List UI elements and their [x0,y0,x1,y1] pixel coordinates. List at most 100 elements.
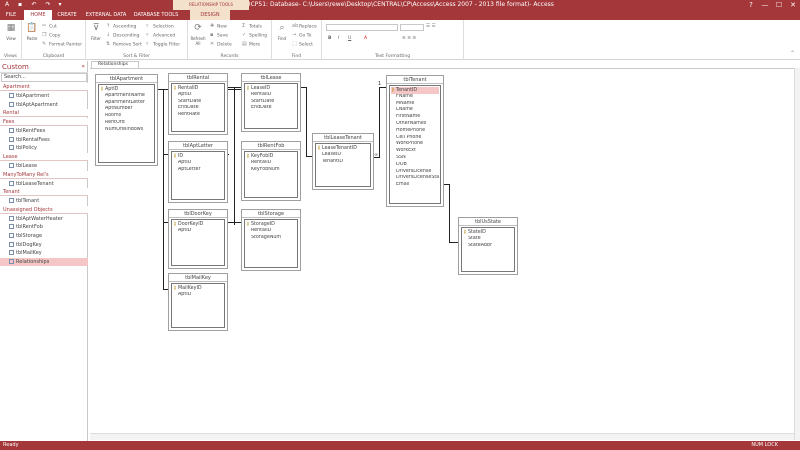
table-box[interactable]: tblStorageStorageIDRentalIDStorageNum [241,209,301,271]
field-list[interactable]: LeaseIDRentalIDStartDateEndDate [244,83,298,129]
field-list[interactable]: MailKeyIDAptID [171,283,225,328]
nav-group-header[interactable]: Rental [0,109,88,118]
nav-object-item[interactable]: tblStorage [0,232,88,240]
nav-group-header[interactable]: Unassigned Objects [0,205,88,214]
field-item[interactable]: DriversLicenseState [391,175,439,182]
primary-key-field[interactable]: StateID [463,229,513,236]
descending-button[interactable]: ↓ Descending [106,32,140,40]
nav-search-input[interactable]: Search... [1,73,87,82]
field-item[interactable]: LName [391,107,439,114]
paste-button[interactable]: 📋 Paste [24,22,40,41]
primary-key-field[interactable]: TenantID [391,87,439,94]
field-item[interactable]: StateAbbr [463,243,513,250]
remove-sort-button[interactable]: ⇅ Remove Sort [106,41,142,49]
primary-key-field[interactable]: LeaseID [246,85,296,92]
field-list[interactable]: KeyFobIDRentalIDKeyFobNum [244,151,298,198]
table-title[interactable]: tblAptLetter [169,142,227,150]
underline-button[interactable]: U [348,36,351,44]
field-item[interactable]: AptID [173,228,223,235]
primary-key-field[interactable]: MailKeyID [173,285,223,292]
relationship-line[interactable] [234,89,235,225]
vertical-scrollbar[interactable] [794,68,800,440]
table-box[interactable]: tblDoorKeyDoorKeyIDAptID [168,209,228,269]
field-item[interactable]: FirstName [391,114,439,121]
field-item[interactable]: DriversLicense [391,169,439,176]
nav-group-header[interactable]: ManyToMany Rel's [0,170,88,179]
field-list[interactable]: StateIDStateStateAbbr [461,227,515,272]
field-item[interactable]: StorageNum [246,235,296,242]
field-item[interactable]: WorkPhone [391,141,439,148]
field-item[interactable]: TenantID [317,159,369,166]
nav-object-item[interactable]: tblDogKey [0,241,88,249]
tab-database-tools[interactable]: DATABASE TOOLS [132,10,180,20]
field-item[interactable]: DOB [391,162,439,169]
font-size-select[interactable] [400,24,424,31]
relationships-canvas[interactable]: tblApartmentAptIDApartmentNameApartmentL… [90,68,800,440]
primary-key-field[interactable]: LeaseTenantID [317,145,369,152]
table-box[interactable]: tblLeaseTenantLeaseTenantIDLeaseIDTenant… [312,133,374,190]
table-box[interactable]: tblUsStateStateIDStateStateAbbr [458,217,518,275]
field-item[interactable]: HomePhone [391,128,439,135]
relationship-line[interactable] [449,242,458,243]
field-item[interactable]: AptID [173,160,223,167]
delete-record-button[interactable]: ✕ Delete [210,41,232,49]
field-item[interactable]: RentRate [173,112,223,119]
table-box[interactable]: tblRentFobKeyFobIDRentalIDKeyFobNum [241,141,301,201]
field-item[interactable]: EndDate [246,105,296,112]
italic-button[interactable]: I [338,36,339,44]
table-box[interactable]: tblApartmentAptIDApartmentNameApartmentL… [95,74,158,166]
field-list[interactable]: DoorKeyIDAptID [171,219,225,266]
tab-external-data[interactable]: EXTERNAL DATA [82,10,130,20]
select-button[interactable]: ⬚ Select [292,41,313,49]
field-item[interactable]: SSN [391,155,439,162]
field-item[interactable]: WorkExt [391,148,439,155]
relationship-line[interactable] [379,87,386,88]
nav-object-item[interactable]: tblAptApartment [0,101,88,109]
field-list[interactable]: RentalIDAptIDStartDateEndDateRentRate [171,83,225,132]
field-item[interactable]: OtherNames [391,121,439,128]
primary-key-field[interactable]: RentalID [173,85,223,92]
list-icon[interactable]: ☰ ☰ [426,24,436,32]
help-button[interactable]: ? [744,0,758,10]
field-list[interactable]: AptIDApartmentNameApartmentLetterAptNumb… [98,84,155,163]
field-item[interactable]: ApartmentLetter [100,100,153,107]
primary-key-field[interactable]: StorageID [246,221,296,228]
tab-file[interactable]: FILE [0,10,22,20]
redo-icon[interactable]: ↷ [44,1,52,9]
field-item[interactable]: Email [391,182,439,189]
primary-key-field[interactable]: KeyFobID [246,153,296,160]
save-record-button[interactable]: ▪ Save [210,32,228,40]
ascending-button[interactable]: ↑ Ascending [106,23,136,31]
nav-object-item[interactable]: tblAptWaterHeater [0,215,88,223]
nav-object-item[interactable]: tblLease [0,162,88,170]
totals-button[interactable]: Σ Totals [242,23,262,31]
table-title[interactable]: tblUsState [459,218,517,226]
table-box[interactable]: tblLeaseLeaseIDRentalIDStartDateEndDate [241,73,301,132]
table-box[interactable]: tblMailKeyMailKeyIDAptID [168,273,228,331]
field-list[interactable]: TenantIDFNameMNameLNameFirstNameOtherNam… [389,85,441,204]
field-item[interactable]: RentalID [246,92,296,99]
nav-object-item[interactable]: tblRentFob [0,223,88,231]
goto-button[interactable]: → Go To [292,32,311,40]
field-item[interactable]: AptID [173,292,223,299]
field-item[interactable]: MName [391,101,439,108]
relationship-line[interactable] [379,87,380,157]
field-item[interactable]: FName [391,94,439,101]
toggle-filter-button[interactable]: ▿ Toggle Filter [146,41,180,49]
field-item[interactable]: EndDate [173,105,223,112]
table-title[interactable]: tblLease [242,74,300,82]
view-button[interactable]: ▦ View [3,22,19,41]
field-list[interactable]: LeaseTenantIDLeaseIDTenantID [315,143,371,187]
field-item[interactable]: AptLetter [173,167,223,174]
table-box[interactable]: tblAptLetterIDAptIDAptLetter [168,141,228,203]
relationship-line[interactable] [306,156,312,157]
field-list[interactable]: StorageIDRentalIDStorageNum [244,219,298,268]
table-title[interactable]: tblRentFob [242,142,300,150]
field-item[interactable]: NumOfWindows [100,127,153,134]
nav-object-item[interactable]: tblRentalFees [0,136,88,144]
field-item[interactable]: Cell Phone [391,135,439,142]
field-item[interactable]: RentalID [246,160,296,167]
field-item[interactable]: AptNumber [100,106,153,113]
table-title[interactable]: tblDoorKey [169,210,227,218]
undo-icon[interactable]: ↶ [30,1,38,9]
